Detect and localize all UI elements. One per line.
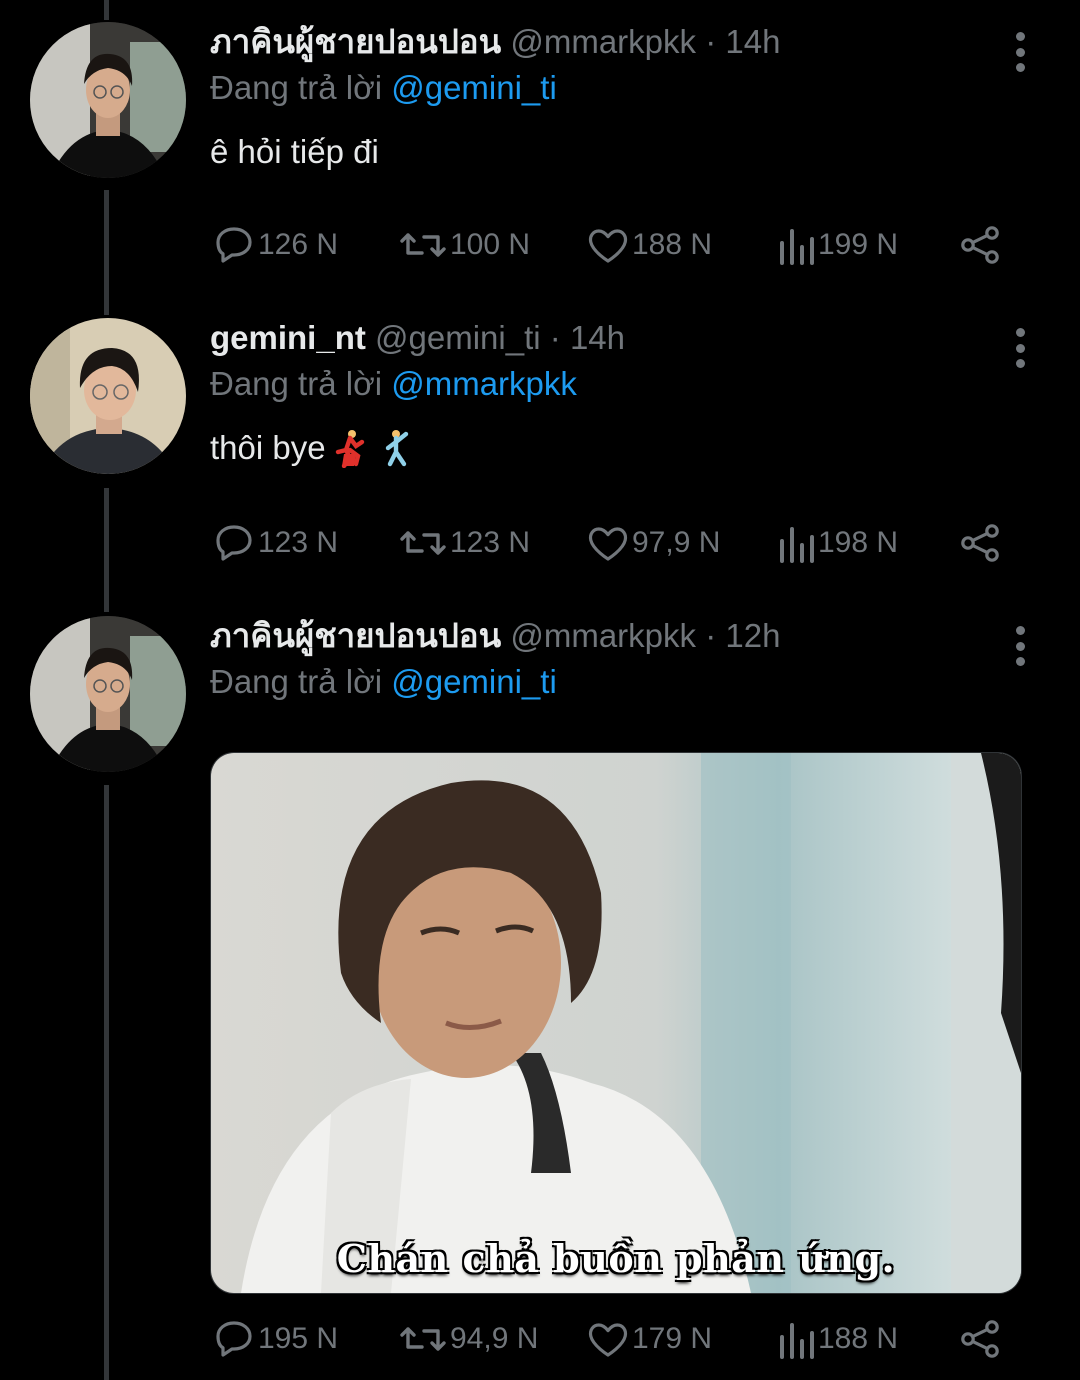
tweet-text: thôi bye <box>210 429 326 466</box>
views-button[interactable]: 188 N <box>774 1314 898 1364</box>
separator-dot: · <box>705 23 717 60</box>
retweet-count: 100 N <box>450 228 531 261</box>
like-count: 188 N <box>632 228 713 261</box>
avatar[interactable] <box>30 616 186 772</box>
tweet-actions: 123 N 123 N 97,9 N 198 N <box>210 518 1010 568</box>
tweet-actions: 126 N 100 N 188 N 199 N <box>210 220 1010 270</box>
replying-to-label: Đang trả lời <box>210 663 383 700</box>
views-count: 188 N <box>818 1322 899 1355</box>
display-name[interactable]: ภาคินผู้ชายปอนปอน <box>210 617 501 654</box>
tweet-actions: 195 N 94,9 N 179 N 188 N <box>210 1314 1010 1364</box>
replying-to: Đang trả lời @mmarkpkk <box>210 364 1040 404</box>
more-icon[interactable] <box>1010 32 1030 72</box>
replying-to: Đang trả lời @gemini_ti <box>210 68 1040 108</box>
tweet-header: gemini_nt @gemini_ti · 14h <box>210 318 1040 358</box>
retweet-icon <box>400 233 446 257</box>
avatar-image <box>30 318 186 474</box>
tweet-header: ภาคินผู้ชายปอนปอน @mmarkpkk · 12h <box>210 616 1040 656</box>
share-icon <box>961 226 999 264</box>
reply-icon <box>216 525 252 561</box>
timestamp[interactable]: 14h <box>570 319 625 356</box>
media-caption: Chán chả buồn phản ứng. <box>336 1236 896 1281</box>
mention-link[interactable]: @gemini_ti <box>391 69 557 106</box>
replying-to-label: Đang trả lời <box>210 69 383 106</box>
dancer-emoji-icon <box>335 430 364 468</box>
timestamp[interactable]: 14h <box>725 23 780 60</box>
reply-button[interactable]: 195 N <box>210 1314 338 1364</box>
display-name[interactable]: gemini_nt <box>210 319 366 356</box>
tweet[interactable]: ภาคินผู้ชายปอนปอน @mmarkpkk · 14h Đang t… <box>0 22 1080 302</box>
retweet-icon <box>400 1327 446 1351</box>
retweet-icon <box>400 531 446 555</box>
user-handle[interactable]: @mmarkpkk <box>510 617 696 654</box>
retweet-count: 123 N <box>450 526 531 559</box>
reply-button[interactable]: 123 N <box>210 518 338 568</box>
like-icon <box>588 1323 628 1357</box>
tweet[interactable]: gemini_nt @gemini_ti · 14h Đang trả lời … <box>0 318 1080 598</box>
share-button[interactable] <box>956 220 1004 270</box>
media-image[interactable]: Chán chả buồn phản ứng. <box>210 752 1022 1294</box>
views-count: 198 N <box>818 526 899 559</box>
reply-icon <box>216 1321 252 1357</box>
user-handle[interactable]: @mmarkpkk <box>510 23 696 60</box>
replying-to-label: Đang trả lời <box>210 365 383 402</box>
avatar-image <box>30 616 186 772</box>
views-button[interactable]: 199 N <box>774 220 898 270</box>
share-icon <box>961 524 999 562</box>
retweet-button[interactable]: 100 N <box>396 220 530 270</box>
reply-count: 195 N <box>258 1322 339 1355</box>
views-button[interactable]: 198 N <box>774 518 898 568</box>
man-dancing-icon <box>385 430 408 467</box>
like-button[interactable]: 97,9 N <box>584 518 720 568</box>
like-count: 97,9 N <box>632 526 721 559</box>
views-count: 199 N <box>818 228 899 261</box>
views-icon <box>780 1323 814 1359</box>
more-icon[interactable] <box>1010 328 1030 368</box>
share-button[interactable] <box>956 518 1004 568</box>
timestamp[interactable]: 12h <box>725 617 780 654</box>
more-icon[interactable] <box>1010 626 1030 666</box>
separator-dot: · <box>705 617 717 654</box>
tweet-header: ภาคินผู้ชายปอนปอน @mmarkpkk · 14h <box>210 22 1040 62</box>
like-button[interactable]: 179 N <box>584 1314 712 1364</box>
reply-count: 126 N <box>258 228 339 261</box>
tweet-text: ê hỏi tiếp đi <box>210 133 379 170</box>
share-button[interactable] <box>956 1314 1004 1364</box>
like-button[interactable]: 188 N <box>584 220 712 270</box>
retweet-count: 94,9 N <box>450 1322 539 1355</box>
avatar-image <box>30 22 186 178</box>
reply-button[interactable]: 126 N <box>210 220 338 270</box>
display-name[interactable]: ภาคินผู้ชายปอนปอน <box>210 23 501 60</box>
reply-count: 123 N <box>258 526 339 559</box>
like-count: 179 N <box>632 1322 713 1355</box>
tweet[interactable]: ภาคินผู้ชายปอนปอน @mmarkpkk · 12h Đang t… <box>0 616 1080 1376</box>
user-handle[interactable]: @gemini_ti <box>375 319 541 356</box>
views-icon <box>780 527 814 563</box>
views-icon <box>780 229 814 265</box>
retweet-button[interactable]: 123 N <box>396 518 530 568</box>
like-icon <box>588 527 628 561</box>
separator-dot: · <box>549 319 561 356</box>
media-photo <box>211 753 1021 1293</box>
thread-line <box>104 0 109 20</box>
retweet-button[interactable]: 94,9 N <box>396 1314 538 1364</box>
avatar[interactable] <box>30 318 186 474</box>
avatar[interactable] <box>30 22 186 178</box>
like-icon <box>588 229 628 263</box>
tweet-text-row: thôi bye <box>210 428 1040 468</box>
mention-link[interactable]: @mmarkpkk <box>391 365 577 402</box>
share-icon <box>961 1320 999 1358</box>
mention-link[interactable]: @gemini_ti <box>391 663 557 700</box>
reply-icon <box>216 227 252 263</box>
replying-to: Đang trả lời @gemini_ti <box>210 662 1040 702</box>
